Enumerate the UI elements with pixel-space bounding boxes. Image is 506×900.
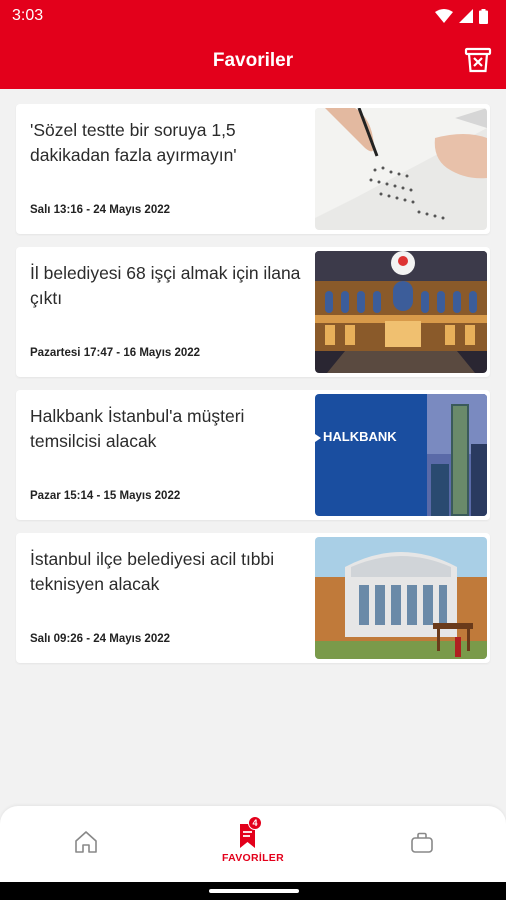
news-date: Pazar 15:14 - 15 Mayıs 2022 <box>30 490 181 502</box>
favorites-icon-wrap: 4 <box>237 816 269 850</box>
signal-icon <box>459 9 473 23</box>
status-time: 3:03 <box>12 7 44 24</box>
trash-icon <box>464 47 492 73</box>
news-date: Salı 13:16 - 24 Mayıs 2022 <box>30 204 171 216</box>
news-title: İl belediyesi 68 işçi almak için ilana ç… <box>30 263 301 308</box>
favorite-card[interactable]: Halkbank İstanbul'a müşteri temsilcisi a… <box>16 390 490 520</box>
news-title: İstanbul ilçe belediyesi acil tıbbi tekn… <box>30 549 275 594</box>
status-bar: 3:03 <box>0 0 506 32</box>
wifi-icon <box>435 9 453 23</box>
news-date: Pazartesi 17:47 - 16 Mayıs 2022 <box>30 347 201 359</box>
header: Favoriler <box>0 32 506 89</box>
status-icons <box>435 8 488 24</box>
battery-icon <box>479 8 488 24</box>
nav-favorites[interactable]: 4 FAVORİLER <box>193 806 313 882</box>
system-navigation-bar <box>0 882 506 900</box>
briefcase-icon <box>411 832 433 853</box>
exam-paper-image <box>315 108 487 230</box>
page-title: Favoriler <box>212 49 294 71</box>
home-gesture-pill[interactable] <box>209 889 299 893</box>
news-date: Salı 09:26 - 24 Mayıs 2022 <box>30 633 171 645</box>
news-title: Halkbank İstanbul'a müşteri temsilcisi a… <box>30 406 245 451</box>
favorite-card[interactable]: İl belediyesi 68 işçi almak için ilana ç… <box>16 247 490 377</box>
nav-home[interactable] <box>26 806 146 882</box>
news-title: 'Sözel testte bir soruya 1,5 dakikadan f… <box>30 120 237 165</box>
nav-jobs[interactable] <box>362 806 482 882</box>
favorite-card[interactable]: İstanbul ilçe belediyesi acil tıbbi tekn… <box>16 533 490 663</box>
favorite-card[interactable]: 'Sözel testte bir soruya 1,5 dakikadan f… <box>16 104 490 234</box>
clear-favorites-button[interactable] <box>462 44 494 76</box>
bottom-navigation: 4 FAVORİLER <box>0 806 506 882</box>
favorites-count-badge: 4 <box>248 816 262 830</box>
home-icon <box>75 831 97 853</box>
favorites-list: 'Sözel testte bir soruya 1,5 dakikadan f… <box>16 104 490 676</box>
municipality-building-image <box>315 251 487 373</box>
halkbank-image: HALKBANK <box>315 394 487 516</box>
app-top-bar: 3:03 Favoriler <box>0 0 506 89</box>
nav-favorites-label: FAVORİLER <box>221 852 284 864</box>
district-building-image <box>315 537 487 659</box>
halkbank-logo: HALKBANK <box>323 429 397 444</box>
